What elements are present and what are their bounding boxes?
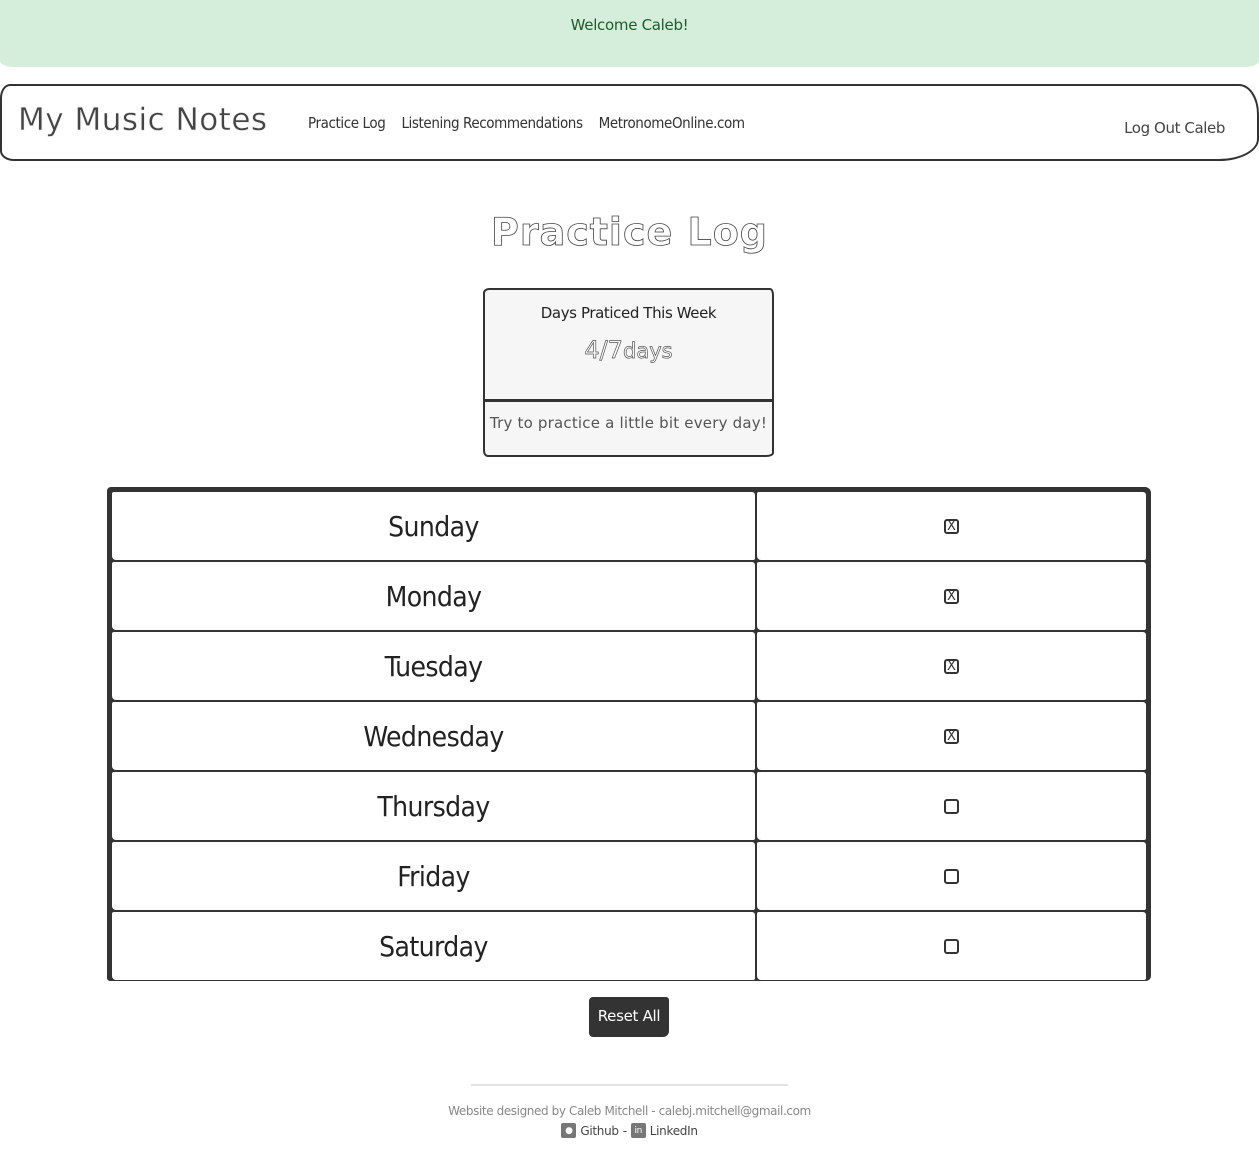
days-count-unit: days <box>623 339 673 364</box>
day-checkbox[interactable]: X <box>944 588 959 604</box>
nav-practice-log[interactable]: Practice Log <box>308 114 386 132</box>
day-label: Wednesday <box>112 702 755 770</box>
day-check-cell <box>757 842 1146 910</box>
day-checkbox[interactable] <box>944 938 959 954</box>
github-link[interactable]: Github <box>580 1124 619 1138</box>
card-body: Days Praticed This Week 4/7days <box>485 290 772 402</box>
table-row: Monday X <box>111 561 1147 631</box>
card-heading: Days Praticed This Week <box>540 304 717 322</box>
day-check-cell <box>757 772 1146 840</box>
github-icon: ● <box>561 1123 577 1138</box>
brand-logo[interactable]: My Music Notes <box>18 102 268 138</box>
day-label: Thursday <box>112 772 755 840</box>
welcome-text: Welcome Caleb! <box>570 16 689 34</box>
day-check-cell <box>757 912 1146 980</box>
table-row: Wednesday X <box>111 701 1147 771</box>
table-row: Sunday X <box>111 491 1147 561</box>
table-row: Thursday <box>111 771 1147 841</box>
day-check-cell: X <box>757 492 1146 560</box>
day-label: Tuesday <box>112 632 755 700</box>
footer-credit: Website designed by Caleb Mitchell - cal… <box>448 1104 811 1118</box>
day-checkbox[interactable]: X <box>944 728 959 744</box>
linkedin-icon: in <box>630 1123 646 1138</box>
nav-metronome-online[interactable]: MetronomeOnline.com <box>599 114 745 132</box>
table-row: Tuesday X <box>111 631 1147 701</box>
footer-divider <box>471 1084 788 1086</box>
days-count-value: 4/7 <box>584 336 624 365</box>
footer-separator: - <box>622 1123 627 1138</box>
table-row: Friday <box>111 841 1147 911</box>
day-checkbox[interactable]: X <box>944 518 959 534</box>
practice-summary-card: Days Praticed This Week 4/7days Try to p… <box>483 288 774 457</box>
day-check-cell: X <box>757 702 1146 770</box>
table-row: Saturday <box>111 911 1147 981</box>
day-label: Friday <box>112 842 755 910</box>
day-checkbox[interactable]: X <box>944 658 959 674</box>
linkedin-link[interactable]: LinkedIn <box>650 1124 698 1138</box>
card-footer: Try to practice a little bit every day! <box>489 414 768 432</box>
nav-links: Practice Log Listening Recommendations M… <box>308 114 745 132</box>
day-checkbox[interactable] <box>944 868 959 884</box>
practice-table: Sunday X Monday X Tuesday X Wednesday X … <box>107 487 1151 981</box>
days-count: 4/7days <box>485 336 772 365</box>
day-check-cell: X <box>757 562 1146 630</box>
reset-all-button[interactable]: Reset All <box>589 997 669 1037</box>
nav-listening-recommendations[interactable]: Listening Recommendations <box>401 114 583 132</box>
footer-links: ● Github - in LinkedIn <box>0 1123 1259 1138</box>
day-checkbox[interactable] <box>944 798 959 814</box>
day-label: Monday <box>112 562 755 630</box>
page-title: Practice Log <box>491 210 768 255</box>
welcome-alert: Welcome Caleb! <box>0 0 1259 67</box>
day-label: Saturday <box>112 912 755 980</box>
logout-link[interactable]: Log Out Caleb <box>1124 119 1225 137</box>
day-label: Sunday <box>112 492 755 560</box>
day-check-cell: X <box>757 632 1146 700</box>
navbar: My Music Notes Practice Log Listening Re… <box>0 84 1259 161</box>
